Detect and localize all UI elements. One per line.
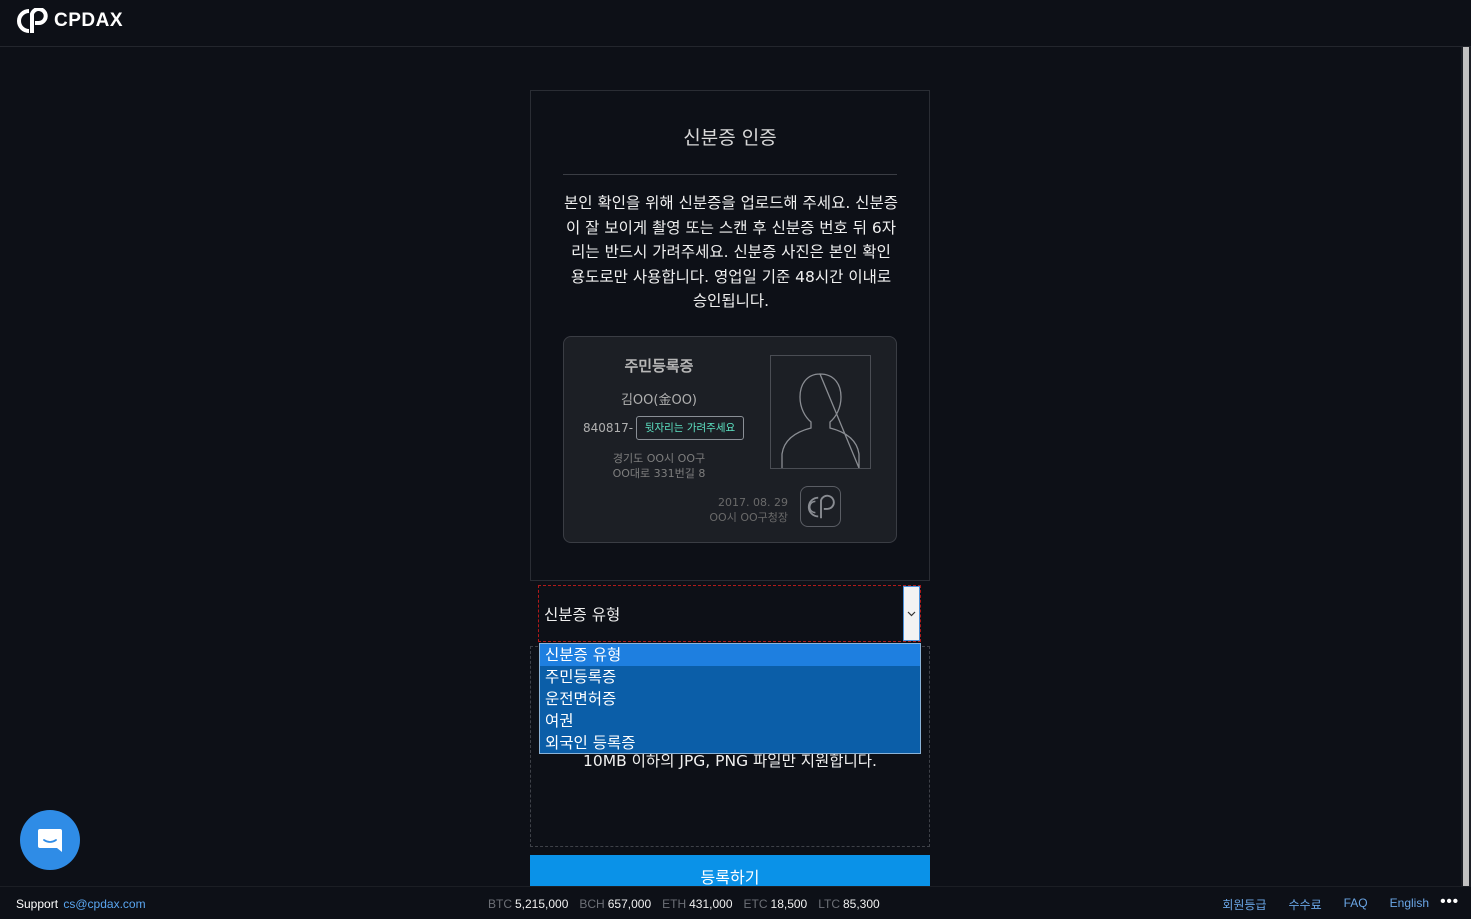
id-type-select[interactable]: 신분증 유형 [538,585,921,642]
id-type-dropdown: 신분증 유형 주민등록증 운전면허증 여권 외국인 등록증 [539,643,921,754]
ticker-value: 5,215,000 [515,897,569,911]
dropdown-option[interactable]: 여권 [540,710,920,732]
chat-bubble-icon[interactable] [20,810,80,870]
ticker-symbol: LTC [818,897,840,911]
scrollbar-thumb[interactable] [1463,47,1469,886]
price-tickers: BTC 5,215,000 BCH 657,000 ETH 431,000 ETC 18… [488,897,880,911]
id-sample-address: 경기도 OO시 OO구 OO대로 331번길 8 [564,451,754,481]
id-sample-number: 840817- [583,421,634,435]
ticker-symbol: ETH [662,897,687,911]
id-sample-type: 주민등록증 [624,357,694,375]
id-sample-address-line1: 경기도 OO시 OO구 [612,452,706,465]
support-label: Support [16,897,59,911]
ticker-btc: BTC 5,215,000 [488,897,568,911]
dropdown-option[interactable]: 운전면허증 [540,688,920,710]
dropdown-option[interactable]: 신분증 유형 [540,644,920,666]
id-sample-photo [770,355,871,469]
support-email-link[interactable]: cs@cpdax.com [63,897,145,911]
person-silhouette-icon [781,373,860,469]
id-card-sample: 주민등록증 김OO(金OO) 840817- 뒷자리는 가려주세요 경기도 OO… [563,336,897,543]
ticker-value: 18,500 [770,897,808,911]
footer-link-language[interactable]: English [1390,896,1429,913]
id-verification-card: 신분증 인증 본인 확인을 위해 신분증을 업로드해 주세요. 신분증이 잘 보… [530,90,930,581]
page-title: 신분증 인증 [683,127,777,149]
id-type-select-value: 신분증 유형 [544,606,621,624]
id-sample-name: 김OO(金OO) [620,393,698,408]
footer-link-fees[interactable]: 수수료 [1289,896,1322,913]
support-info: Support cs@cpdax.com [16,897,146,911]
footer-bar: Support cs@cpdax.com BTC 5,215,000 BCH 657… [0,886,1471,919]
dropdown-option[interactable]: 주민등록증 [540,666,920,688]
ticker-ltc: LTC 85,300 [818,897,879,911]
cpdax-logo-icon [17,8,48,33]
ticker-eth: ETH 431,000 [662,897,732,911]
brand-name: CPDAX [54,10,124,31]
ticker-value: 431,000 [689,897,733,911]
dropdown-option[interactable]: 외국인 등록증 [540,732,920,754]
footer-link-membership[interactable]: 회원등급 [1222,896,1266,913]
ticker-etc: ETC 18,500 [744,897,808,911]
id-sample-issue: 2017. 08. 29 OO시 OO구청장 [674,495,788,525]
page-scrollbar[interactable] [1461,47,1471,886]
id-sample-issue-date: 2017. 08. 29 [718,496,788,509]
id-sample-hide-label: 뒷자리는 가려주세요 [636,416,744,440]
id-sample-address-line2: OO대로 331번길 8 [612,467,706,480]
brand-logo[interactable]: CPDAX [16,8,123,34]
top-bar: CPDAX [0,0,1471,47]
ticker-symbol: BCH [579,897,605,911]
ticker-symbol: ETC [743,897,768,911]
chevron-down-icon[interactable] [903,586,920,641]
ticker-bch: BCH 657,000 [579,897,651,911]
ticker-value: 657,000 [607,897,652,911]
id-sample-issuer: OO시 OO구청장 [709,511,788,524]
cpdax-seal-icon [800,486,841,527]
more-icon[interactable]: ••• [1440,893,1459,910]
ticker-value: 85,300 [843,897,880,911]
footer-link-faq[interactable]: FAQ [1344,896,1368,913]
ticker-symbol: BTC [488,897,512,911]
footer-links: 회원등급 수수료 FAQ English [1222,896,1429,913]
title-divider [563,174,897,175]
instructions-text: 본인 확인을 위해 신분증을 업로드해 주세요. 신분증이 잘 보이게 촬영 또… [564,194,898,310]
